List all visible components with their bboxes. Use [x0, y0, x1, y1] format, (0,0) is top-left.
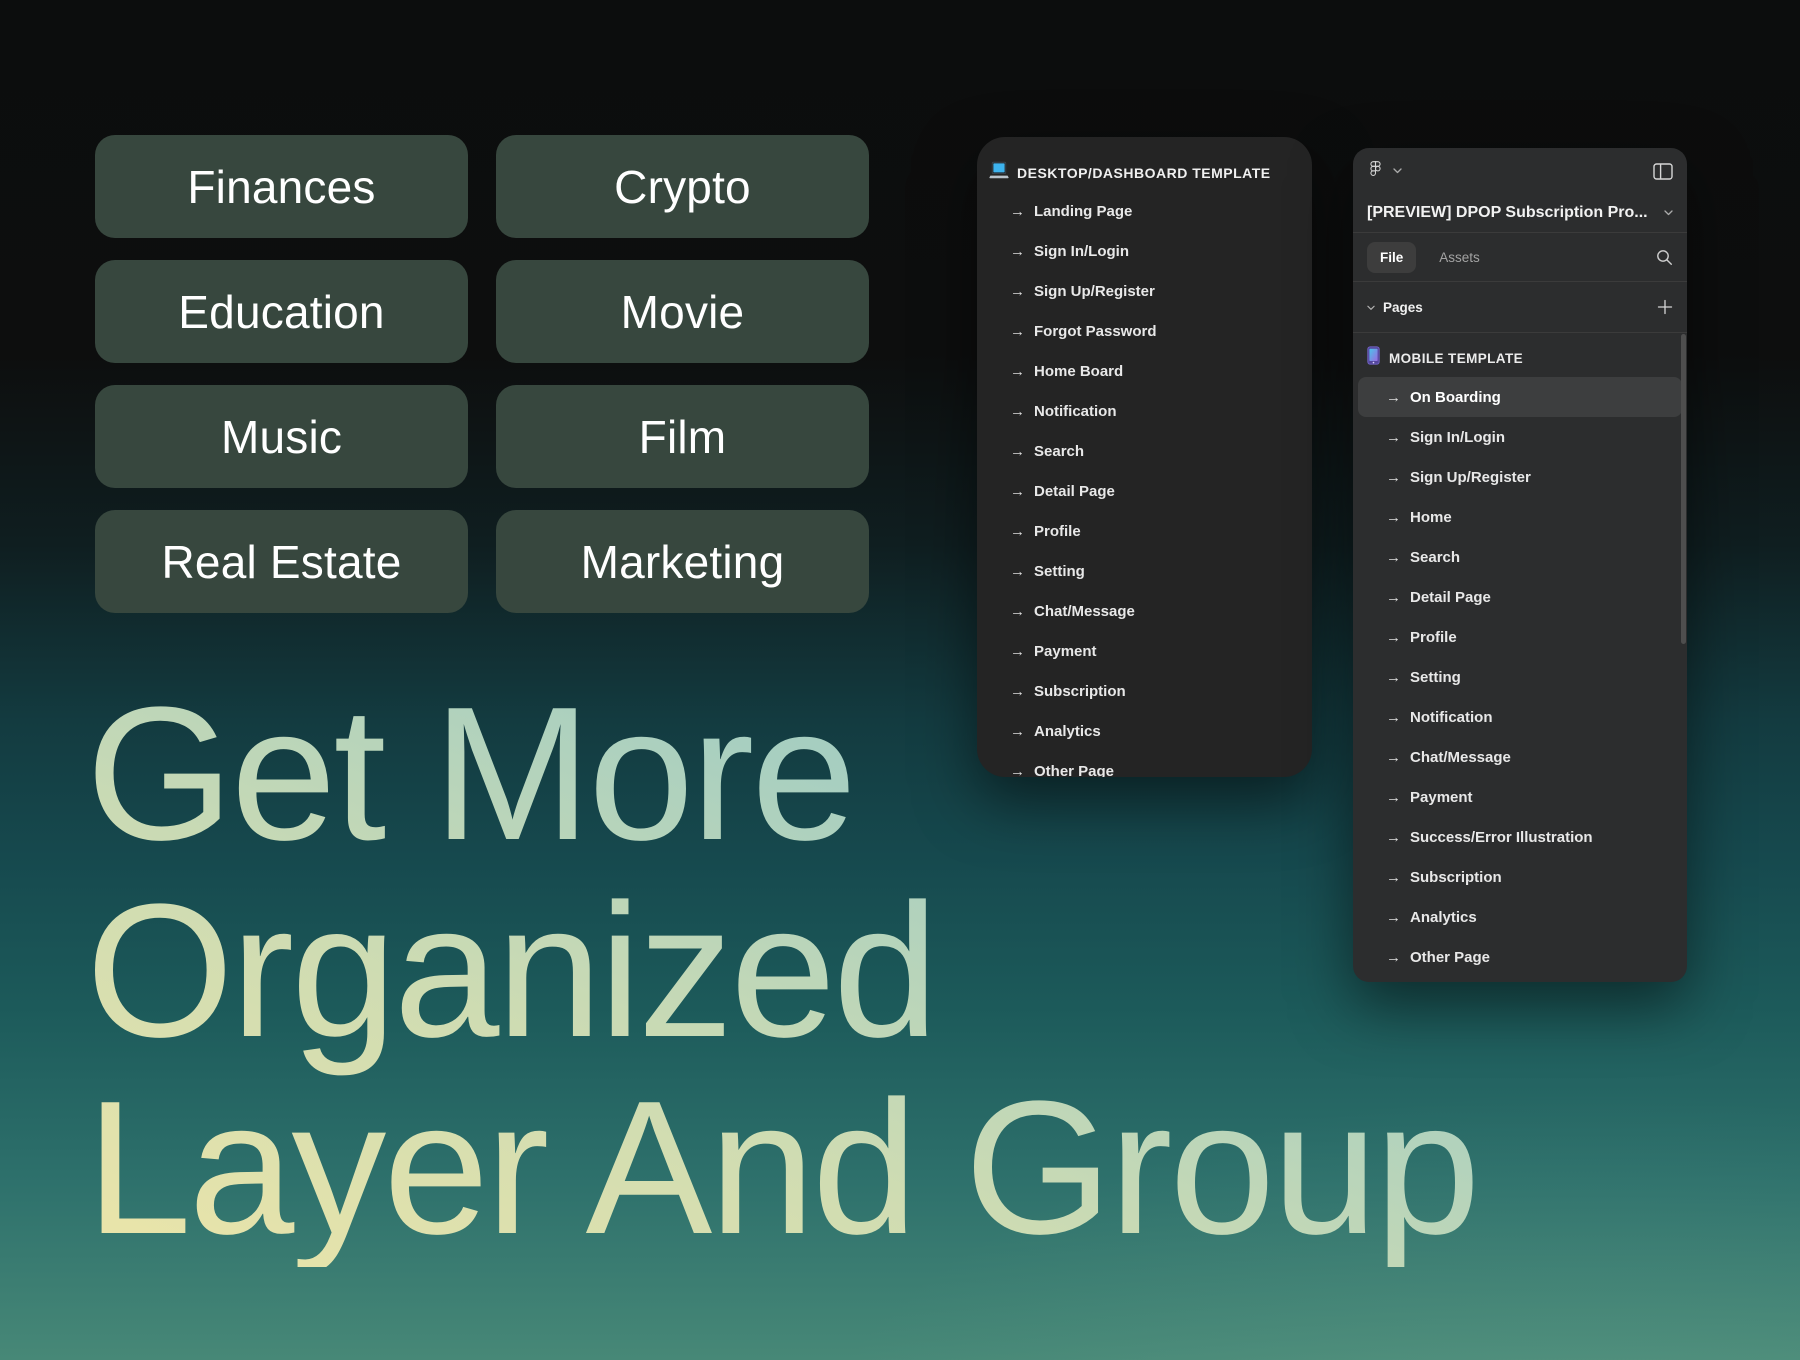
arrow-icon: → [1010, 244, 1025, 259]
arrow-icon: → [1010, 604, 1025, 619]
category-button-finances[interactable]: Finances [95, 135, 468, 238]
page-item-label: Payment [1034, 643, 1097, 660]
page-item-label: Profile [1410, 629, 1457, 646]
page-item-label: Setting [1034, 563, 1085, 580]
mobile-page-item[interactable]: → Profile [1358, 617, 1682, 657]
mobile-template-title: MOBILE TEMPLATE [1389, 351, 1523, 366]
arrow-icon: → [1386, 390, 1401, 405]
desktop-page-item[interactable]: → Forgot Password [977, 311, 1312, 351]
tab-file[interactable]: File [1367, 242, 1416, 273]
desktop-page-item[interactable]: → Notification [977, 391, 1312, 431]
arrow-icon: → [1010, 484, 1025, 499]
arrow-icon: → [1386, 510, 1401, 525]
promo-canvas: Finances Crypto Education Movie Music Film Rea… [0, 0, 1800, 1360]
mobile-page-item[interactable]: → On Boarding [1358, 377, 1682, 417]
file-title-row: [PREVIEW] DPOP Subscription Pro... [1353, 194, 1687, 232]
arrow-icon: → [1386, 550, 1401, 565]
category-button-real-estate[interactable]: Real Estate [95, 510, 468, 613]
arrow-icon: → [1010, 284, 1025, 299]
headline-line: Get More [86, 676, 1478, 873]
chevron-down-icon[interactable] [1367, 298, 1375, 316]
desktop-template-title: DESKTOP/DASHBOARD TEMPLATE [1017, 165, 1271, 181]
desktop-page-item[interactable]: → Setting [977, 551, 1312, 591]
mobile-phone-icon [1367, 346, 1380, 370]
category-grid: Finances Crypto Education Movie Music Film Rea… [95, 135, 869, 613]
page-item-label: Chat/Message [1034, 603, 1135, 620]
category-button-movie[interactable]: Movie [496, 260, 869, 363]
desktop-page-item[interactable]: → Profile [977, 511, 1312, 551]
page-item-label: Sign In/Login [1410, 429, 1505, 446]
desktop-page-item[interactable]: → Sign In/Login [977, 231, 1312, 271]
headline-line: Organized [86, 873, 1478, 1070]
search-icon[interactable] [1656, 249, 1673, 266]
arrow-icon: → [1010, 204, 1025, 219]
desktop-page-item[interactable]: → Landing Page [977, 191, 1312, 231]
mobile-template-header[interactable]: MOBILE TEMPLATE [1353, 343, 1687, 373]
desktop-page-item[interactable]: → Sign Up/Register [977, 271, 1312, 311]
arrow-icon: → [1386, 470, 1401, 485]
category-button-education[interactable]: Education [95, 260, 468, 363]
arrow-icon: → [1010, 404, 1025, 419]
headline: Get More Organized Layer And Group [86, 676, 1478, 1267]
figma-panel-toolbar [1353, 148, 1687, 194]
mobile-page-item[interactable]: → Detail Page [1358, 577, 1682, 617]
desktop-page-item[interactable]: → Detail Page [977, 471, 1312, 511]
arrow-icon: → [1010, 564, 1025, 579]
mobile-page-item[interactable]: → Search [1358, 537, 1682, 577]
pages-section-header: Pages [1353, 282, 1687, 332]
mobile-page-item[interactable]: → Sign In/Login [1358, 417, 1682, 457]
file-title-chevron-icon[interactable] [1664, 210, 1673, 216]
category-button-music[interactable]: Music [95, 385, 468, 488]
arrow-icon: → [1010, 524, 1025, 539]
page-item-label: Search [1034, 443, 1084, 460]
mobile-page-item[interactable]: → Home [1358, 497, 1682, 537]
arrow-icon: → [1010, 444, 1025, 459]
page-item-label: Home [1410, 509, 1452, 526]
headline-line: Layer And Group [86, 1070, 1478, 1267]
page-item-label: Profile [1034, 523, 1081, 540]
add-page-button[interactable] [1657, 299, 1673, 315]
page-item-label: Sign In/Login [1034, 243, 1129, 260]
page-item-label: Sign Up/Register [1410, 469, 1531, 486]
desktop-page-item[interactable]: → Home Board [977, 351, 1312, 391]
desktop-template-header: DESKTOP/DASHBOARD TEMPLATE [977, 155, 1312, 191]
panel-tabs: File Assets [1353, 233, 1687, 281]
sidebar-toggle-icon[interactable] [1653, 163, 1673, 180]
figma-logo-icon [1367, 160, 1384, 182]
pages-label: Pages [1383, 300, 1423, 315]
page-item-label: Detail Page [1410, 589, 1491, 606]
page-item-label: Detail Page [1034, 483, 1115, 500]
category-button-crypto[interactable]: Crypto [496, 135, 869, 238]
laptop-icon [989, 161, 1009, 185]
tab-assets[interactable]: Assets [1426, 242, 1493, 273]
page-item-label: On Boarding [1410, 389, 1501, 406]
category-button-marketing[interactable]: Marketing [496, 510, 869, 613]
desktop-page-item[interactable]: → Payment [977, 631, 1312, 671]
arrow-icon: → [1386, 430, 1401, 445]
divider [1353, 332, 1687, 333]
file-title: [PREVIEW] DPOP Subscription Pro... [1367, 204, 1648, 222]
arrow-icon: → [1386, 630, 1401, 645]
page-item-label: Home Board [1034, 363, 1123, 380]
arrow-icon: → [1010, 644, 1025, 659]
page-item-label: Forgot Password [1034, 323, 1157, 340]
arrow-icon: → [1386, 590, 1401, 605]
mobile-page-item[interactable]: → Sign Up/Register [1358, 457, 1682, 497]
desktop-page-item[interactable]: → Chat/Message [977, 591, 1312, 631]
main-menu-chevron-icon[interactable] [1393, 168, 1402, 174]
scrollbar-thumb[interactable] [1681, 334, 1686, 644]
page-item-label: Notification [1034, 403, 1117, 420]
page-item-label: Search [1410, 549, 1460, 566]
arrow-icon: → [1010, 364, 1025, 379]
page-item-label: Landing Page [1034, 203, 1132, 220]
desktop-page-item[interactable]: → Search [977, 431, 1312, 471]
page-item-label: Sign Up/Register [1034, 283, 1155, 300]
arrow-icon: → [1010, 324, 1025, 339]
category-button-film[interactable]: Film [496, 385, 869, 488]
